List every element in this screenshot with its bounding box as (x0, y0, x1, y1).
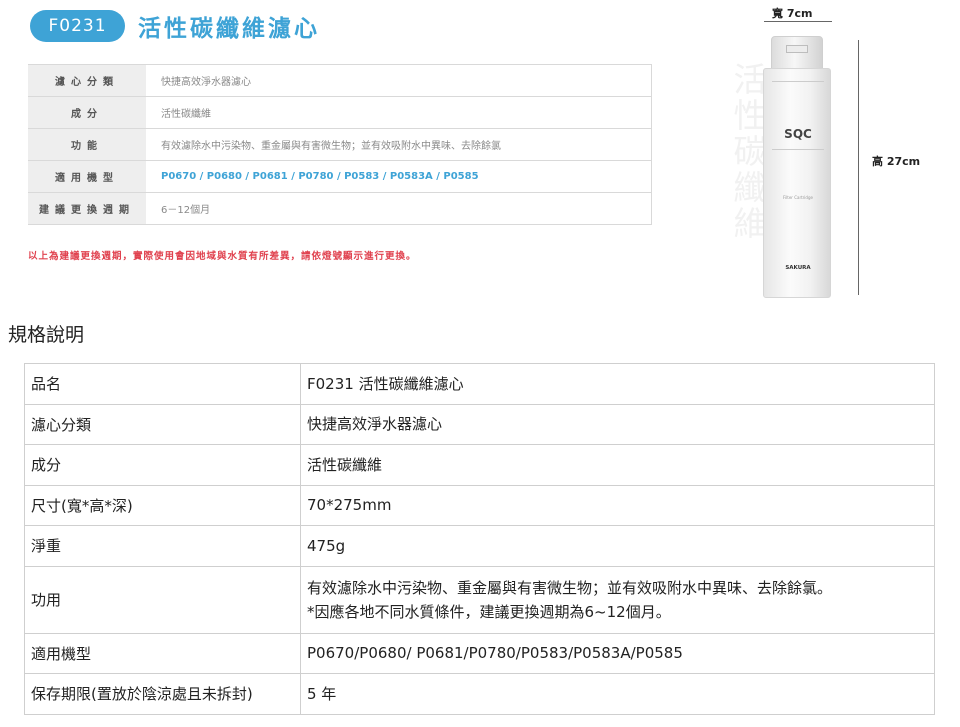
spec-value: 70*275mm (300, 484, 935, 526)
spec-value-line: F0231 活性碳纖維濾心 (307, 374, 464, 393)
height-dimension-label: 高 27cm (872, 155, 921, 168)
spec-value: 有效濾除水中污染物、重金屬與有害微生物；並有效吸附水中異味、去除餘氯。 *因應各地… (300, 565, 935, 634)
summary-value: 有效濾除水中污染物、重金屬與有害微生物；並有效吸附水中異味、去除餘氯 (146, 128, 652, 161)
summary-value: 快捷高效淨水器濾心 (146, 64, 652, 97)
spec-value-line: 活性碳纖維 (307, 455, 383, 474)
spec-value: 475g (300, 525, 935, 567)
summary-value: P0670 / P0680 / P0681 / P0780 / P0583 / … (146, 160, 652, 193)
spec-value: P0670/P0680/ P0681/P0780/P0583/P0583A/P0… (300, 632, 935, 674)
summary-label: 建議更換週期 (28, 192, 146, 225)
summary-table: 濾心分類 快捷高效淨水器濾心 成分 活性碳纖維 功能 有效濾除水中污染物、重金屬與有害微生… (28, 64, 652, 225)
cartridge-brand: SAKURA (785, 265, 811, 271)
spec-row: 成分 活性碳纖維 (24, 444, 935, 486)
spec-row: 濾心分類 快捷高效淨水器濾心 (24, 403, 935, 445)
spec-value-line: *因應各地不同水質條件，建議更換週期為6~12個月。 (307, 602, 671, 621)
spec-label: 功用 (24, 565, 301, 634)
height-dimension-line (858, 40, 859, 295)
spec-row: 淨重 475g (24, 525, 935, 567)
product-code-badge: F0231 (30, 10, 125, 42)
spec-heading: 規格說明 (8, 324, 85, 346)
spec-label: 尺寸(寬*高*深) (24, 484, 301, 526)
spec-value-line: 快捷高效淨水器濾心 (307, 415, 443, 434)
summary-row: 適用機型 P0670 / P0680 / P0681 / P0780 / P058… (28, 160, 652, 193)
width-dimension-label: 寬 7cm (772, 7, 813, 20)
cartridge-logo: SQC (784, 127, 812, 141)
spec-label: 適用機型 (24, 632, 301, 674)
summary-label: 成分 (28, 96, 146, 129)
summary-label: 適用機型 (28, 160, 146, 193)
replacement-notice: 以上為建議更換週期，實際使用會因地域與水質有所差異，請依燈號顯示進行更換。 (28, 251, 417, 262)
cartridge-body: SQC Filter Cartridge SAKURA (763, 68, 831, 298)
spec-row: 功用 有效濾除水中污染物、重金屬與有害微生物；並有效吸附水中異味、去除餘氯。 *因應… (24, 565, 935, 634)
spec-label: 保存期限(置放於陰涼處且未拆封) (24, 673, 301, 715)
filter-cartridge-image: SQC Filter Cartridge SAKURA (763, 36, 831, 298)
spec-value-line: P0670/P0680/ P0681/P0780/P0583/P0583A/P0… (307, 644, 683, 663)
spec-value: F0231 活性碳纖維濾心 (300, 363, 935, 405)
product-title: 活性碳纖維濾心 (138, 16, 320, 42)
spec-label: 品名 (24, 363, 301, 405)
spec-row: 尺寸(寬*高*深) 70*275mm (24, 484, 935, 526)
cartridge-cap (771, 36, 823, 70)
cartridge-small-text: Filter Cartridge (783, 195, 813, 200)
summary-row: 成分 活性碳纖維 (28, 96, 652, 129)
spec-row: 適用機型 P0670/P0680/ P0681/P0780/P0583/P0583… (24, 632, 935, 674)
spec-value-line: 5 年 (307, 684, 337, 703)
spec-label: 成分 (24, 444, 301, 486)
spec-value-line: 70*275mm (307, 496, 392, 515)
summary-value: 6－12個月 (146, 192, 652, 225)
summary-row: 濾心分類 快捷高效淨水器濾心 (28, 64, 652, 97)
spec-label: 濾心分類 (24, 403, 301, 445)
spec-value-line: 有效濾除水中污染物、重金屬與有害微生物；並有效吸附水中異味、去除餘氯。 (307, 578, 833, 597)
spec-table: 品名 F0231 活性碳纖維濾心 濾心分類 快捷高效淨水器濾心 成分 活性碳纖維 尺寸(寬*… (24, 363, 935, 715)
summary-value: 活性碳纖維 (146, 96, 652, 129)
summary-row: 功能 有效濾除水中污染物、重金屬與有害微生物；並有效吸附水中異味、去除餘氯 (28, 128, 652, 161)
summary-row: 建議更換週期 6－12個月 (28, 192, 652, 225)
product-banner: F0231 活性碳纖維濾心 濾心分類 快捷高效淨水器濾心 成分 活性碳纖維 功能 有效濾除… (0, 0, 960, 300)
summary-label: 濾心分類 (28, 64, 146, 97)
spec-value: 5 年 (300, 673, 935, 715)
spec-label: 淨重 (24, 525, 301, 567)
spec-value: 活性碳纖維 (300, 444, 935, 486)
spec-row: 保存期限(置放於陰涼處且未拆封) 5 年 (24, 673, 935, 715)
spec-row: 品名 F0231 活性碳纖維濾心 (24, 363, 935, 405)
spec-value-line: 475g (307, 536, 346, 555)
spec-value: 快捷高效淨水器濾心 (300, 403, 935, 445)
summary-label: 功能 (28, 128, 146, 161)
width-dimension-line (764, 21, 832, 22)
